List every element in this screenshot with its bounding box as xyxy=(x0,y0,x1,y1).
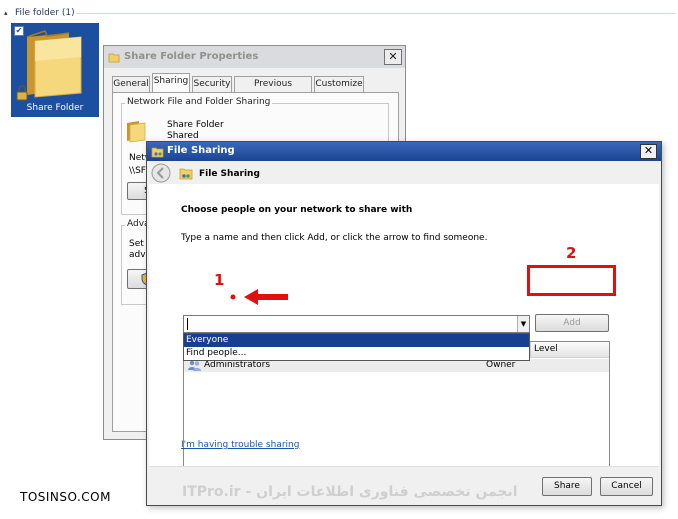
person-name-combobox[interactable]: ▼ xyxy=(183,315,530,333)
trouble-sharing-link[interactable]: I'm having trouble sharing xyxy=(181,440,299,450)
group-label: File folder (1) xyxy=(15,8,75,18)
file-sharing-dialog: File Sharing ✕ File Sharing Choose peopl… xyxy=(146,141,662,506)
cancel-button[interactable]: Cancel xyxy=(600,477,653,496)
annotation-add-highlight xyxy=(527,265,616,296)
back-arrow-icon[interactable] xyxy=(151,163,171,183)
folder-name: Share Folder xyxy=(26,103,84,113)
file-sharing-titlebar[interactable]: File Sharing ✕ xyxy=(147,142,661,161)
share-instruction: Type a name and then click Add, or click… xyxy=(181,233,488,243)
shared-folder-status: Shared xyxy=(167,131,199,141)
folder-item[interactable]: ✔ Share Folder xyxy=(11,23,99,117)
network-path: \\SF xyxy=(129,166,146,176)
column-divider xyxy=(530,342,531,358)
shared-folder-icon xyxy=(127,121,146,143)
folder-share-small-icon xyxy=(151,147,164,158)
file-sharing-body: Choose people on your network to share w… xyxy=(149,184,659,476)
properties-close-button[interactable]: ✕ xyxy=(384,49,402,65)
dropdown-option-find-people[interactable]: Find people... xyxy=(184,347,529,360)
add-button[interactable]: Add xyxy=(535,314,609,332)
tab-sharing[interactable]: Sharing xyxy=(152,73,190,92)
tab-security[interactable]: Security xyxy=(192,76,232,92)
annotation-arrow-icon xyxy=(230,289,288,305)
file-sharing-header-icon xyxy=(179,168,193,180)
collapse-chevron-icon[interactable]: ▴ xyxy=(4,9,12,17)
combo-dropdown-arrow-icon[interactable]: ▼ xyxy=(517,316,529,332)
tab-general[interactable]: General xyxy=(112,76,150,92)
column-header-permission-level[interactable]: Level xyxy=(534,344,558,354)
tab-previous-versions[interactable]: Previous Versions xyxy=(234,76,312,103)
file-sharing-header: File Sharing xyxy=(199,169,260,179)
people-dropdown-list[interactable]: Everyone Find people... xyxy=(183,333,530,361)
row-name: Administrators xyxy=(204,360,271,370)
share-button[interactable]: Share xyxy=(542,477,592,496)
row-permission-level: Owner xyxy=(486,360,516,370)
properties-titlebar[interactable]: Share Folder Properties ✕ xyxy=(104,46,405,68)
file-sharing-close-button[interactable]: ✕ xyxy=(640,144,657,159)
lock-icon xyxy=(16,85,28,101)
annotation-step-1: 1 xyxy=(214,271,225,289)
network-sharing-group-label: Network File and Folder Sharing xyxy=(125,97,273,107)
users-group-icon xyxy=(188,360,201,371)
watermark-tosinso: TOSINSO.COM xyxy=(20,490,111,504)
folder-small-icon xyxy=(108,53,120,63)
watermark-itpro: ITPro.ir - انجمن تخصصی فناوری اطلاعات ای… xyxy=(182,484,518,500)
dropdown-option-everyone[interactable]: Everyone xyxy=(184,334,529,347)
text-caret xyxy=(187,318,188,330)
share-heading: Choose people on your network to share w… xyxy=(181,205,413,215)
folder-icon xyxy=(26,30,82,98)
properties-title: Share Folder Properties xyxy=(124,51,259,62)
tab-customize[interactable]: Customize xyxy=(314,76,364,92)
annotation-step-2: 2 xyxy=(566,244,577,262)
sharing-list[interactable]: Level Administrators Owner xyxy=(183,341,610,476)
group-divider xyxy=(76,13,676,14)
shared-folder-name: Share Folder xyxy=(167,120,224,130)
group-header[interactable]: ▴ File folder (1) xyxy=(4,6,75,20)
file-sharing-title: File Sharing xyxy=(167,145,235,156)
